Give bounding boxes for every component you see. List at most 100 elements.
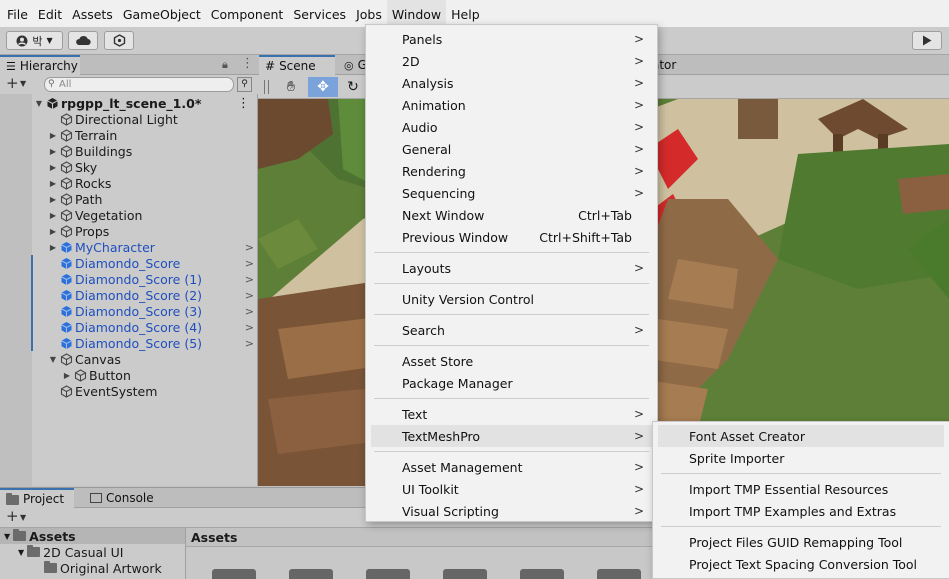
lock-icon[interactable]: 🔒︎ xyxy=(222,58,228,72)
hierarchy-row[interactable]: Directional Light xyxy=(0,111,258,127)
expand-arrow-icon[interactable]: ▶ xyxy=(48,211,58,220)
expand-arrow-icon[interactable]: ▶ xyxy=(48,227,58,236)
search-filter-icon[interactable]: ⚲ xyxy=(237,77,252,92)
expand-arrow-icon[interactable]: ▶ xyxy=(48,147,58,156)
asset-folder-thumbnail[interactable] xyxy=(212,569,256,579)
menu-gameobject[interactable]: GameObject xyxy=(118,0,206,27)
chevron-down-icon[interactable]: ▼ xyxy=(20,513,26,522)
window-menu-item-asset-store[interactable]: Asset Store xyxy=(371,350,652,372)
chevron-right-icon[interactable]: > xyxy=(245,273,254,286)
chevron-right-icon[interactable]: > xyxy=(245,241,254,254)
tmp-menu-item-project-files-guid-remapping-tool[interactable]: Project Files GUID Remapping Tool xyxy=(658,531,944,553)
window-menu-item-textmeshpro[interactable]: TextMeshPro > xyxy=(371,425,652,447)
window-menu-item-sequencing[interactable]: Sequencing > xyxy=(371,182,652,204)
rotate-tool-icon[interactable]: ↻ xyxy=(342,77,364,97)
menu-assets[interactable]: Assets xyxy=(67,0,118,27)
window-menu-item-asset-management[interactable]: Asset Management > xyxy=(371,456,652,478)
window-menu-item-animation[interactable]: Animation > xyxy=(371,94,652,116)
window-menu-item-analysis[interactable]: Analysis > xyxy=(371,72,652,94)
menu-jobs[interactable]: Jobs xyxy=(351,0,387,27)
hierarchy-row[interactable]: Diamondo_Score (1) > xyxy=(0,271,258,287)
expand-arrow-icon[interactable]: ▼ xyxy=(34,99,44,108)
window-menu-item-layouts[interactable]: Layouts > xyxy=(371,257,652,279)
window-menu-item-text[interactable]: Text > xyxy=(371,403,652,425)
menu-component[interactable]: Component xyxy=(206,0,289,27)
tree-item-assets[interactable]: ▼ Assets xyxy=(0,528,185,544)
chevron-right-icon[interactable]: > xyxy=(245,257,254,270)
hierarchy-row[interactable]: ▼ Canvas xyxy=(0,351,258,367)
account-button[interactable]: 박 ▼ xyxy=(6,31,63,50)
window-menu-item-ui-toolkit[interactable]: UI Toolkit > xyxy=(371,478,652,500)
tmp-menu-item-font-asset-creator[interactable]: Font Asset Creator xyxy=(658,425,944,447)
tab-hierarchy[interactable]: ☰ Hierarchy xyxy=(0,55,80,75)
expand-arrow-icon[interactable]: ▶ xyxy=(62,371,72,380)
window-menu-item-unity-version-control[interactable]: Unity Version Control xyxy=(371,288,652,310)
hierarchy-row[interactable]: ▶ Path xyxy=(0,191,258,207)
hierarchy-row[interactable]: Diamondo_Score > xyxy=(0,255,258,271)
tree-item-original-artwork[interactable]: Original Artwork xyxy=(44,560,162,576)
chevron-right-icon[interactable]: > xyxy=(245,289,254,302)
menu-window[interactable]: Window xyxy=(386,0,447,27)
asset-folder-thumbnail[interactable] xyxy=(443,569,487,579)
chevron-right-icon[interactable]: > xyxy=(245,321,254,334)
chevron-right-icon[interactable]: > xyxy=(245,305,254,318)
tmp-menu-item-import-tmp-essential-resources[interactable]: Import TMP Essential Resources xyxy=(658,478,944,500)
menu-edit[interactable]: Edit xyxy=(33,0,67,27)
hierarchy-row[interactable]: ▶ Terrain xyxy=(0,127,258,143)
collab-button[interactable] xyxy=(104,31,134,50)
menu-services[interactable]: Services xyxy=(288,0,351,27)
tmp-menu-item-project-text-spacing-conversion-tool[interactable]: Project Text Spacing Conversion Tool xyxy=(658,553,944,575)
expand-arrow-icon[interactable]: ▼ xyxy=(18,548,24,557)
window-menu-item-visual-scripting[interactable]: Visual Scripting > xyxy=(371,500,652,522)
menu-file[interactable]: File xyxy=(2,0,33,27)
move-tool-icon[interactable]: ✥ xyxy=(308,77,338,97)
asset-folder-thumbnail[interactable] xyxy=(366,569,410,579)
window-menu-item-general[interactable]: General > xyxy=(371,138,652,160)
hand-tool-icon[interactable]: ✋︎ xyxy=(276,77,306,97)
hierarchy-row[interactable]: Diamondo_Score (5) > xyxy=(0,335,258,351)
asset-folder-thumbnail[interactable] xyxy=(597,569,641,579)
tab-console[interactable]: Console xyxy=(84,488,164,508)
hierarchy-row[interactable]: ▶ Vegetation xyxy=(0,207,258,223)
hierarchy-row[interactable]: Diamondo_Score (4) > xyxy=(0,319,258,335)
scene-more-icon[interactable]: ⋮ xyxy=(237,96,250,111)
window-menu-item-previous-window[interactable]: Previous Window Ctrl+Shift+Tab xyxy=(371,226,652,248)
tmp-menu-item-import-tmp-examples-and-extras[interactable]: Import TMP Examples and Extras xyxy=(658,500,944,522)
cloud-button[interactable] xyxy=(68,31,98,50)
tab-game[interactable]: ◎ G xyxy=(338,55,368,75)
asset-folder-thumbnail[interactable] xyxy=(289,569,333,579)
window-menu-item-audio[interactable]: Audio > xyxy=(371,116,652,138)
hierarchy-row[interactable]: ▶ Sky xyxy=(0,159,258,175)
add-icon[interactable]: + xyxy=(6,507,19,525)
more-menu-icon[interactable]: ⋮ xyxy=(241,56,254,71)
tab-scene[interactable]: # Scene xyxy=(259,55,335,75)
menu-help[interactable]: Help xyxy=(446,0,485,27)
chevron-down-icon[interactable]: ▼ xyxy=(20,79,26,88)
expand-arrow-icon[interactable]: ▶ xyxy=(48,179,58,188)
add-icon[interactable]: + xyxy=(6,74,19,92)
expand-arrow-icon[interactable]: ▶ xyxy=(48,195,58,204)
drag-handle-icon[interactable] xyxy=(264,80,269,94)
hierarchy-search-input[interactable]: ⚲ All xyxy=(44,77,234,92)
hierarchy-row[interactable]: Diamondo_Score (3) > xyxy=(0,303,258,319)
hierarchy-row[interactable]: ▶ MyCharacter > xyxy=(0,239,258,255)
expand-arrow-icon[interactable]: ▶ xyxy=(48,131,58,140)
hierarchy-row[interactable]: ▶ Props xyxy=(0,223,258,239)
window-menu-item-panels[interactable]: Panels > xyxy=(371,28,652,50)
hierarchy-row[interactable]: Diamondo_Score (2) > xyxy=(0,287,258,303)
hierarchy-row[interactable]: ▶ Rocks xyxy=(0,175,258,191)
expand-arrow-icon[interactable]: ▼ xyxy=(48,355,58,364)
expand-arrow-icon[interactable]: ▶ xyxy=(48,163,58,172)
window-menu-item-search[interactable]: Search > xyxy=(371,319,652,341)
window-menu-item-2d[interactable]: 2D > xyxy=(371,50,652,72)
scene-root-row[interactable]: ▼ rpgpp_lt_scene_1.0* ⋮ xyxy=(0,95,258,111)
window-menu-item-next-window[interactable]: Next Window Ctrl+Tab xyxy=(371,204,652,226)
play-button[interactable] xyxy=(912,31,942,50)
hierarchy-row[interactable]: ▶ Buildings xyxy=(0,143,258,159)
tmp-menu-item-sprite-importer[interactable]: Sprite Importer xyxy=(658,447,944,469)
chevron-right-icon[interactable]: > xyxy=(245,337,254,350)
expand-arrow-icon[interactable]: ▼ xyxy=(4,532,10,541)
hierarchy-row[interactable]: ▶ Button xyxy=(0,367,258,383)
asset-folder-thumbnail[interactable] xyxy=(520,569,564,579)
expand-arrow-icon[interactable]: ▶ xyxy=(48,243,58,252)
